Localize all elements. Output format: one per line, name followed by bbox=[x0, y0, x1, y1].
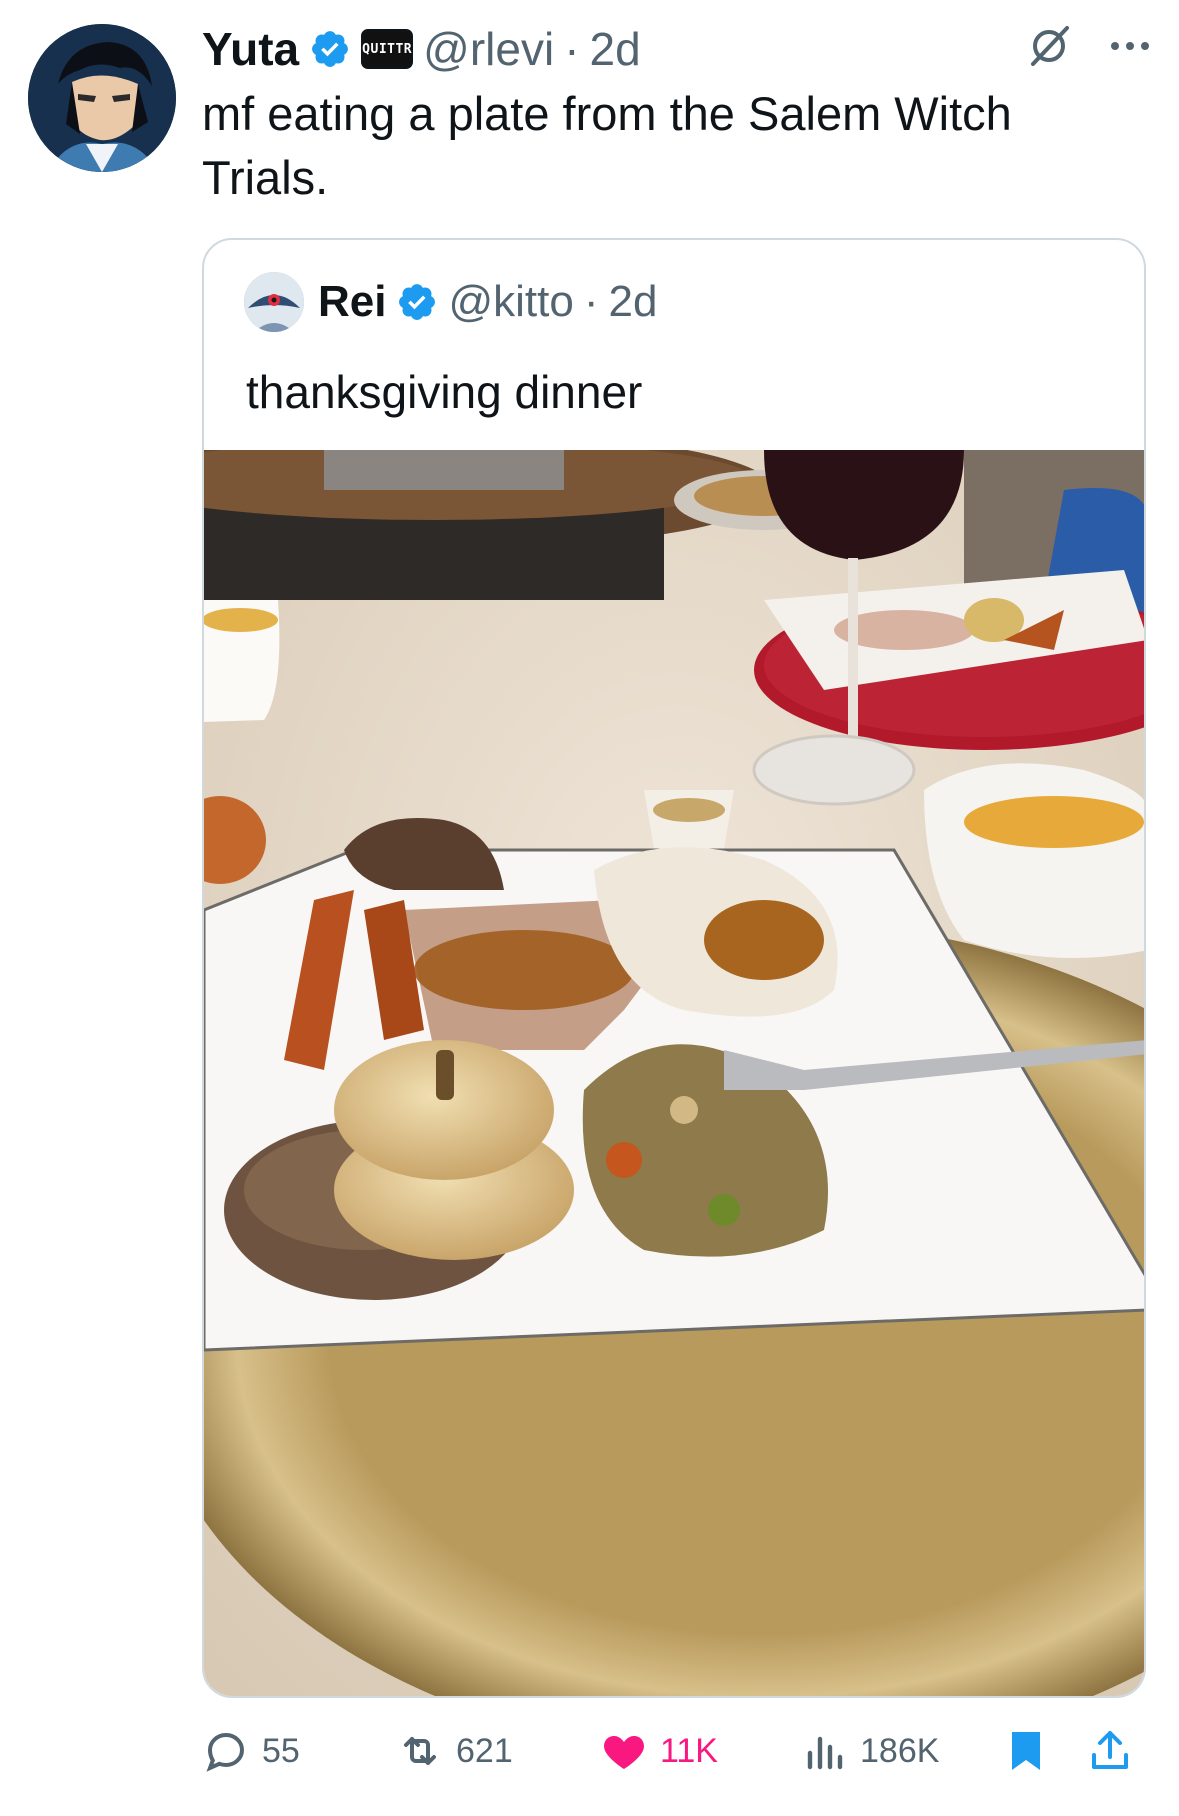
post-top-actions bbox=[1025, 22, 1153, 70]
bookmark-button[interactable] bbox=[1002, 1716, 1050, 1786]
quoted-header: Rei @kitto · 2d bbox=[244, 272, 657, 332]
author-avatar[interactable] bbox=[28, 24, 176, 172]
quoted-author-name[interactable]: Rei bbox=[318, 277, 386, 327]
views-count: 186K bbox=[860, 1731, 940, 1770]
author-handle[interactable]: @rlevi bbox=[423, 22, 554, 76]
heart-icon bbox=[604, 1736, 644, 1769]
tweet: Yuta QUITTR @rlevi · 2d mf eating a plat… bbox=[0, 0, 1179, 1816]
verified-icon bbox=[399, 284, 436, 320]
action-bar: 55 621 11K 186K bbox=[202, 1716, 1146, 1786]
quoted-photo[interactable] bbox=[204, 450, 1144, 1696]
reply-button[interactable]: 55 bbox=[202, 1716, 300, 1786]
quoted-author-handle[interactable]: @kitto bbox=[448, 277, 573, 327]
bookmark-icon bbox=[1012, 1732, 1040, 1770]
reply-count: 55 bbox=[262, 1731, 300, 1770]
views-icon bbox=[807, 1736, 843, 1770]
share-button[interactable] bbox=[1086, 1716, 1134, 1786]
quoted-avatar[interactable] bbox=[244, 272, 304, 332]
post-header: Yuta QUITTR @rlevi · 2d bbox=[202, 16, 641, 82]
grok-icon[interactable] bbox=[1025, 22, 1073, 70]
repost-count: 621 bbox=[456, 1731, 513, 1770]
more-icon[interactable] bbox=[1107, 23, 1153, 69]
like-count: 11K bbox=[660, 1731, 718, 1770]
post-text: mf eating a plate from the Salem Witch T… bbox=[202, 87, 1012, 204]
views-button[interactable]: 186K bbox=[800, 1716, 939, 1786]
quoted-post[interactable]: Rei @kitto · 2d thanksgiving dinner bbox=[202, 238, 1146, 1698]
verified-icon bbox=[312, 31, 349, 67]
repost-icon bbox=[404, 1737, 436, 1765]
like-button[interactable]: 11K bbox=[600, 1716, 718, 1786]
separator: · bbox=[583, 277, 599, 326]
quoted-text: thanksgiving dinner bbox=[246, 366, 643, 418]
separator: · bbox=[564, 23, 580, 75]
affiliate-badge[interactable]: QUITTR bbox=[361, 29, 414, 69]
share-icon bbox=[1092, 1731, 1128, 1769]
author-name[interactable]: Yuta bbox=[202, 22, 299, 76]
quoted-time[interactable]: 2d bbox=[609, 277, 658, 327]
post-time[interactable]: 2d bbox=[590, 22, 641, 76]
reply-icon bbox=[206, 1732, 245, 1772]
repost-button[interactable]: 621 bbox=[396, 1716, 513, 1786]
